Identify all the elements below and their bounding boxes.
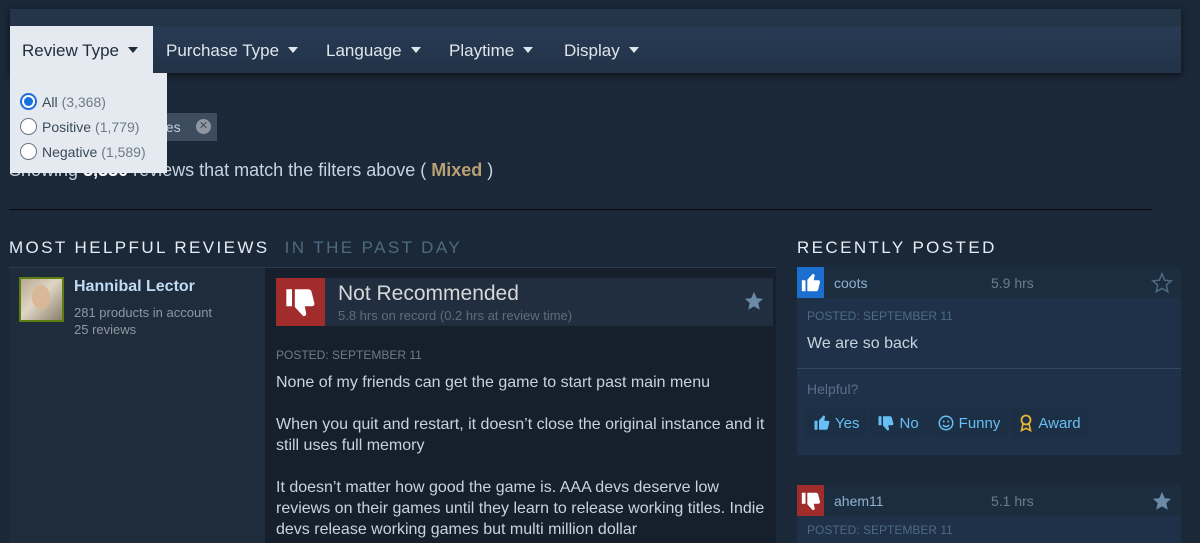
reviewer-hours: 5.1 hrs [991, 493, 1034, 509]
vote-actions: Yes No Funny Award [805, 408, 1091, 438]
award-button[interactable]: Award [1010, 408, 1089, 438]
tab-language[interactable]: Language [326, 26, 421, 73]
chevron-down-icon [128, 47, 139, 53]
most-helpful-heading: MOST HELPFUL REVIEWS IN THE PAST DAY [9, 238, 463, 257]
tab-review-type[interactable]: Review Type [10, 26, 153, 73]
review-body: None of my friends can get the game to s… [276, 374, 765, 538]
chevron-down-icon [523, 47, 534, 53]
divider [9, 209, 1152, 210]
thumbs-down-icon [878, 416, 894, 431]
recent-posted-date: POSTED: SEPTEMBER 11 [807, 523, 953, 537]
thumbs-down-icon [797, 485, 824, 516]
recent-review-card: coots 5.9 hrs POSTED: SEPTEMBER 11 We ar… [797, 267, 1181, 455]
tab-display[interactable]: Display [564, 26, 639, 73]
review-verdict[interactable]: Not Recommended 5.8 hrs on record (0.2 h… [276, 278, 773, 326]
avatar[interactable] [19, 277, 64, 322]
author-name[interactable]: Hannibal Lector [74, 278, 195, 296]
reviewer-name[interactable]: coots [834, 275, 867, 291]
rating-mixed: Mixed [431, 160, 483, 180]
review-type-option-negative[interactable]: Negative (1,589) [20, 139, 167, 164]
review-hours: 5.8 hrs on record (0.2 hrs at review tim… [338, 308, 573, 323]
author-products[interactable]: 281 products in account [74, 304, 212, 321]
radio-negative[interactable] [20, 143, 37, 160]
star-icon[interactable] [1151, 272, 1173, 294]
review-type-dropdown: All (3,368) Positive (1,779) Negative (1,58… [10, 73, 167, 173]
recent-review-card: ahem11 5.1 hrs POSTED: SEPTEMBER 11 [797, 485, 1181, 543]
award-icon [1020, 414, 1033, 432]
radio-all[interactable] [20, 93, 37, 110]
tab-purchase-type[interactable]: Purchase Type [166, 26, 299, 73]
recent-review-text: We are so back [807, 335, 918, 352]
radio-positive[interactable] [20, 118, 37, 135]
vote-yes-button[interactable]: Yes [805, 408, 868, 438]
review-type-option-positive[interactable]: Positive (1,779) [20, 114, 167, 139]
thumbs-up-icon [814, 415, 830, 430]
period-label: IN THE PAST DAY [284, 238, 463, 257]
review-posted-date: POSTED: SEPTEMBER 11 [276, 348, 422, 362]
recently-posted-heading: RECENTLY POSTED [797, 238, 997, 257]
tab-playtime[interactable]: Playtime [449, 26, 534, 73]
helpful-label: Helpful? [807, 381, 859, 397]
chevron-down-icon [288, 47, 299, 53]
star-icon[interactable] [743, 290, 765, 312]
smiley-icon [938, 415, 954, 431]
chevron-down-icon [410, 47, 421, 53]
review-card: Hannibal Lector 281 products in account … [9, 267, 776, 543]
close-icon[interactable]: ✕ [196, 119, 211, 134]
thumbs-down-icon [276, 278, 325, 326]
thumbs-up-icon [797, 267, 824, 298]
reviewer-hours: 5.9 hrs [991, 275, 1034, 291]
review-author: Hannibal Lector 281 products in account … [9, 268, 265, 543]
reviewer-name[interactable]: ahem11 [834, 493, 884, 509]
recent-posted-date: POSTED: SEPTEMBER 11 [807, 309, 953, 323]
review-type-option-all[interactable]: All (3,368) [20, 89, 167, 114]
vote-funny-button[interactable]: Funny [928, 408, 1009, 438]
star-icon[interactable] [1151, 490, 1173, 512]
vote-no-button[interactable]: No [869, 408, 927, 438]
author-reviews[interactable]: 25 reviews [74, 321, 212, 338]
chevron-down-icon [628, 47, 639, 53]
